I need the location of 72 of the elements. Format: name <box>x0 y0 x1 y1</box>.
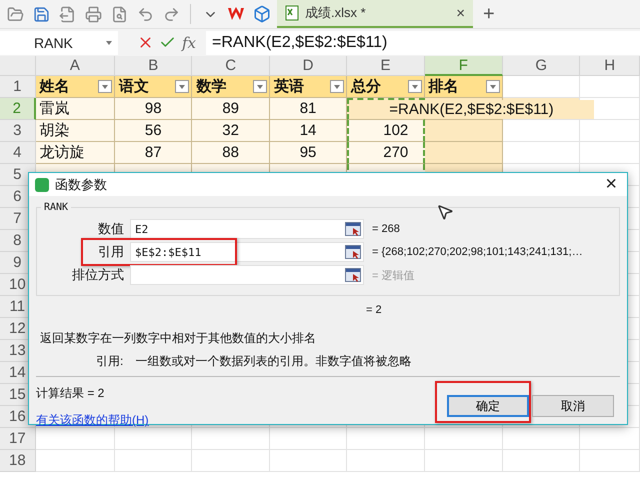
ok-button[interactable]: 确定 <box>447 395 529 417</box>
table-cell: 龙访旋 <box>36 142 116 164</box>
spreadsheet-file-icon <box>285 5 299 21</box>
filter-dropdown-icon[interactable] <box>252 80 267 93</box>
column-header[interactable]: H <box>580 56 640 76</box>
caret-icon <box>106 40 112 44</box>
filter-dropdown-icon[interactable] <box>98 80 112 93</box>
column-header[interactable]: D <box>270 56 348 76</box>
row-header[interactable]: 4 <box>0 142 36 164</box>
insert-function-button[interactable]: fx <box>182 34 196 52</box>
row-header[interactable]: 3 <box>0 120 36 142</box>
table-cell: 89 <box>192 98 270 120</box>
column-header[interactable]: A <box>36 56 116 76</box>
row-header[interactable]: 18 <box>0 450 36 472</box>
argument-label: 引用 <box>98 243 124 261</box>
argument-help-label: 引用: <box>96 353 124 370</box>
table-cell: 81 <box>270 98 348 120</box>
function-description: 返回某数字在一列数字中相对于其他数值的大小排名 <box>40 331 316 345</box>
formula-input[interactable]: =RANK(E2,$E$2:$E$11) <box>206 30 640 54</box>
help-link[interactable]: 有关该函数的帮助(H) <box>36 412 149 429</box>
table-cell: 87 <box>115 142 192 164</box>
table-cell: 14 <box>270 120 348 142</box>
argument-result: = 逻辑值 <box>372 268 414 282</box>
argument-label: 数值 <box>98 220 124 238</box>
calculation-result: 计算结果 = 2 <box>36 385 106 402</box>
table-cell: 102 <box>347 120 425 142</box>
table-cell: 56 <box>115 120 192 142</box>
row-header[interactable]: 2 <box>0 98 36 120</box>
table-cell: 胡染 <box>36 120 116 142</box>
column-header[interactable]: F <box>424 56 504 76</box>
argument-result: = {268;102;270;202;98;101;143;241;131;… <box>372 246 583 258</box>
argument-result: = 268 <box>372 223 400 235</box>
close-tab-button[interactable]: × <box>456 4 465 22</box>
column-header[interactable]: C <box>192 56 270 76</box>
argument-field[interactable]: $E$2:$E$11 <box>130 242 364 262</box>
dialog-title: 函数参数 <box>55 176 108 194</box>
table-cell: 雷岚 <box>36 98 116 120</box>
filter-dropdown-icon[interactable] <box>330 80 344 93</box>
filter-dropdown-icon[interactable] <box>175 80 190 93</box>
range-picker-icon[interactable] <box>344 221 362 237</box>
document-tab[interactable]: 成绩.xlsx * × <box>277 0 473 28</box>
row-header[interactable]: 1 <box>0 76 36 98</box>
table-cell: 88 <box>192 142 270 164</box>
range-picker-icon[interactable] <box>344 244 362 260</box>
formula-result: = 2 <box>366 304 382 316</box>
table-cell: 270 <box>347 142 425 164</box>
function-name: RANK <box>43 202 70 213</box>
range-picker-icon[interactable] <box>344 267 362 283</box>
cancel-button[interactable]: 取消 <box>532 395 614 417</box>
table-cell: 32 <box>192 120 270 142</box>
filter-dropdown-icon[interactable] <box>486 80 500 93</box>
table-cell: 95 <box>270 142 348 164</box>
column-header[interactable]: G <box>503 56 580 76</box>
column-title: 英语 <box>274 77 304 96</box>
new-tab-button[interactable]: + <box>483 2 495 26</box>
filter-dropdown-icon[interactable] <box>408 80 422 93</box>
column-title: 数学 <box>196 77 226 96</box>
column-title: 总分 <box>351 77 382 96</box>
row-header[interactable]: 17 <box>0 428 36 450</box>
column-title: 语文 <box>119 77 150 96</box>
close-button[interactable]: × <box>605 173 617 196</box>
argument-help-text: 一组数或对一个数据列表的引用。非数字值将被忽略 <box>135 353 412 370</box>
app-logo-icon <box>35 178 49 192</box>
table-cell: 98 <box>115 98 192 120</box>
column-header[interactable]: B <box>115 56 192 76</box>
argument-field[interactable]: E2 <box>130 219 364 239</box>
name-box[interactable]: RANK <box>0 30 118 54</box>
column-title: 姓名 <box>40 77 70 96</box>
column-header[interactable]: E <box>347 56 425 76</box>
argument-field[interactable] <box>130 265 364 285</box>
argument-label: 排位方式 <box>72 266 124 284</box>
column-title: 排名 <box>428 77 459 96</box>
